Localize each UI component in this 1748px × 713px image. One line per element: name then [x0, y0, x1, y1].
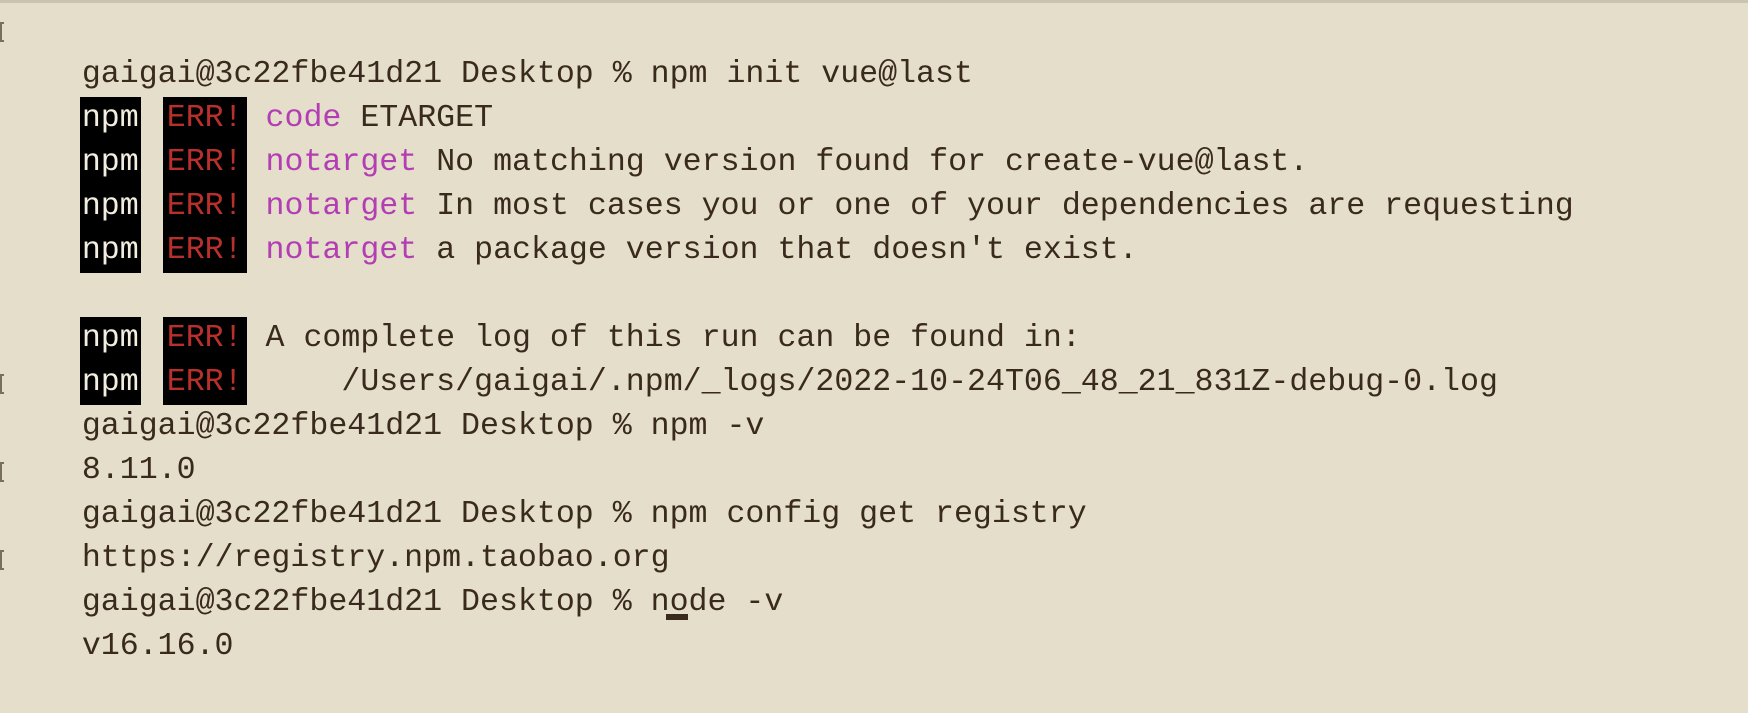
command-output: v16.16.0 — [81, 629, 234, 664]
terminal-line-output: v16.16.0 — [0, 581, 1748, 664]
terminal-line-error: npm ERR! notarget No matching version fou… — [0, 97, 1748, 185]
terminal-line-prompt: gaigai@3c22fbe41d21 Desktop % npm -v — [0, 361, 1748, 444]
prompt-mark-icon — [0, 550, 4, 570]
prompt-mark-icon — [0, 462, 4, 482]
terminal-line-error: npm ERR! notarget In most cases you or on… — [0, 141, 1748, 229]
terminal-line-error: npm ERR! A complete log of this run can b… — [0, 273, 1748, 361]
terminal-line-error: npm ERR! code ETARGET — [0, 53, 1748, 141]
terminal-line-prompt: gaigai@3c22fbe41d21 Desktop % npm config… — [0, 449, 1748, 532]
terminal-line-prompt: gaigai@3c22fbe41d21 Desktop % node -v — [0, 537, 1748, 620]
terminal-line-output: https://registry.npm.taobao.org — [0, 493, 1748, 576]
prompt-mark-icon — [0, 22, 4, 42]
terminal-window[interactable]: gaigai@3c22fbe41d21 Desktop % npm init v… — [0, 0, 1748, 664]
terminal-line-output: 8.11.0 — [0, 405, 1748, 488]
text-cursor — [666, 614, 688, 620]
terminal-line-error: npm ERR! notarget a package version that … — [0, 185, 1748, 273]
prompt-mark-icon — [0, 374, 4, 394]
terminal-line-prompt: gaigai@3c22fbe41d21 Desktop % npm init v… — [0, 9, 1748, 92]
terminal-line-error: npm ERR! /Users/gaigai/.npm/_logs/2022-10… — [0, 317, 1748, 405]
